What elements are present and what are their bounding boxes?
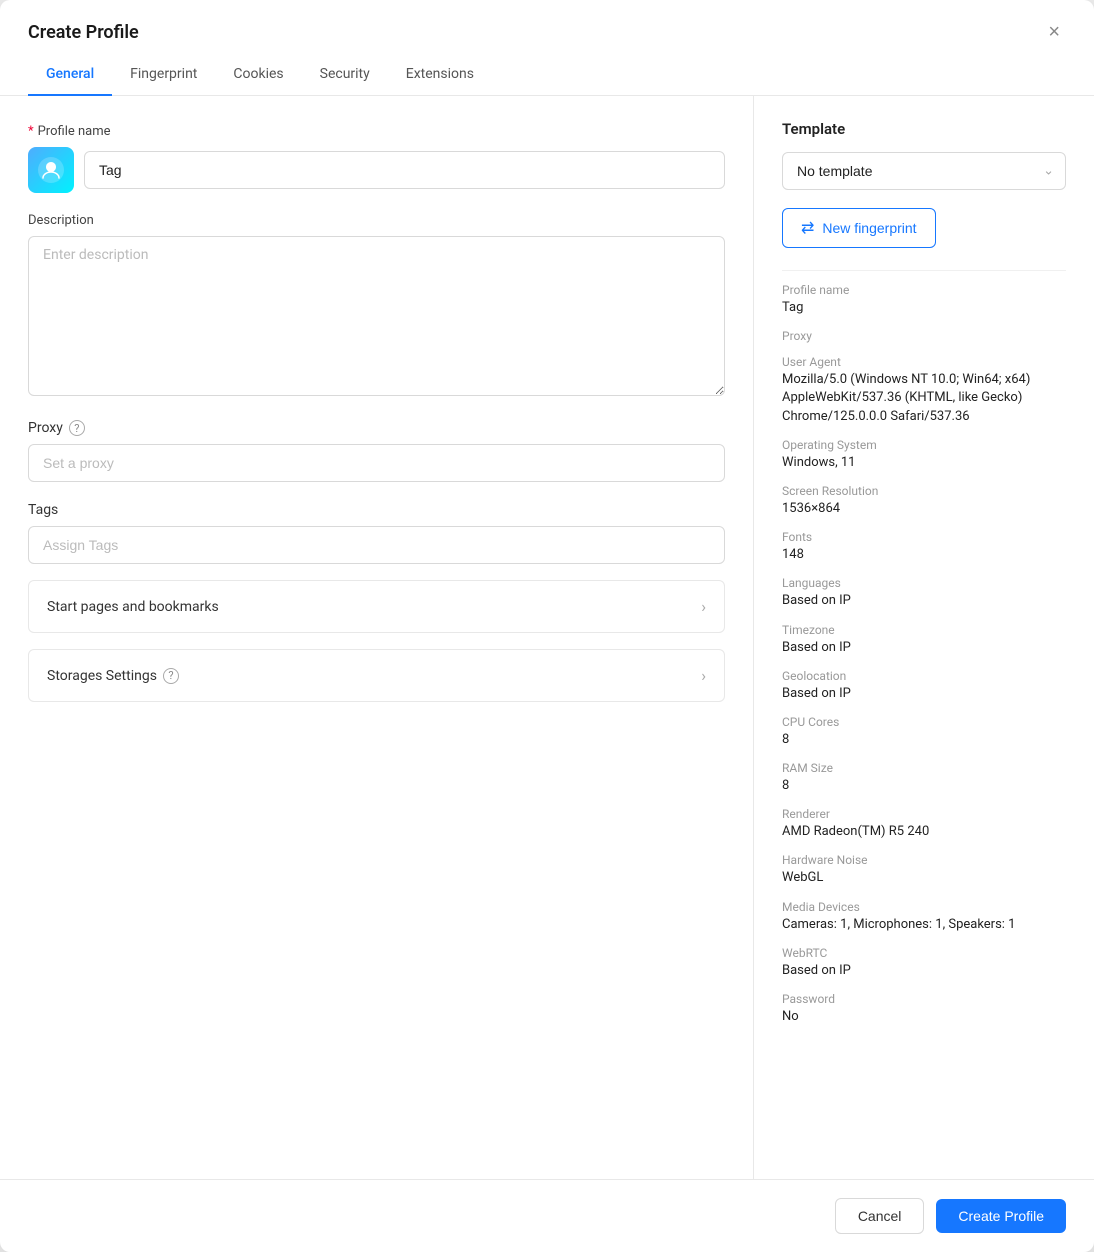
storages-help-icon[interactable]: ? [163, 668, 179, 684]
info-languages: Languages Based on IP [782, 576, 1066, 610]
tab-fingerprint[interactable]: Fingerprint [112, 54, 215, 96]
tab-extensions[interactable]: Extensions [388, 54, 492, 96]
tab-general[interactable]: General [28, 54, 112, 96]
description-input[interactable] [28, 236, 725, 396]
info-profile-name: Profile name Tag [782, 283, 1066, 317]
info-media-devices: Media Devices Cameras: 1, Microphones: 1… [782, 900, 1066, 934]
info-webrtc: WebRTC Based on IP [782, 946, 1066, 980]
close-button[interactable]: × [1042, 20, 1066, 44]
fingerprint-icon: ⇄ [801, 218, 814, 238]
profile-name-row [28, 147, 725, 193]
info-screen: Screen Resolution 1536×864 [782, 484, 1066, 518]
new-fingerprint-label: New fingerprint [822, 220, 916, 236]
info-fonts: Fonts 148 [782, 530, 1066, 564]
info-cpu: CPU Cores 8 [782, 715, 1066, 749]
profile-name-input[interactable] [84, 151, 725, 189]
info-hardware-noise: Hardware Noise WebGL [782, 853, 1066, 887]
info-password: Password No [782, 992, 1066, 1026]
storages-label: Storages Settings [47, 668, 157, 684]
profile-avatar[interactable] [28, 147, 74, 193]
new-fingerprint-button[interactable]: ⇄ New fingerprint [782, 208, 936, 248]
proxy-help-icon[interactable]: ? [69, 420, 85, 436]
chevron-right-icon-2: › [701, 666, 706, 685]
profile-name-label: * Profile name [28, 124, 725, 139]
right-panel: Template No template ⌄ ⇄ New fingerprint… [754, 96, 1094, 1179]
template-select[interactable]: No template [782, 152, 1066, 190]
profile-name-label-text: Profile name [38, 124, 111, 139]
cancel-button[interactable]: Cancel [835, 1198, 925, 1234]
proxy-label: Proxy ? [28, 420, 725, 436]
proxy-input[interactable] [28, 444, 725, 482]
create-profile-button[interactable]: Create Profile [936, 1199, 1066, 1233]
start-pages-row[interactable]: Start pages and bookmarks › [28, 580, 725, 633]
chevron-right-icon: › [701, 597, 706, 616]
modal-header: Create Profile × [0, 0, 1094, 44]
required-star: * [28, 124, 34, 139]
storages-settings-row[interactable]: Storages Settings ? › [28, 649, 725, 702]
modal-title: Create Profile [28, 22, 139, 43]
create-profile-modal: Create Profile × General Fingerprint Coo… [0, 0, 1094, 1252]
template-label: Template [782, 120, 1066, 138]
start-pages-label: Start pages and bookmarks [47, 599, 219, 615]
left-panel: * Profile name Description [0, 96, 754, 1179]
tags-input[interactable] [28, 526, 725, 564]
info-geolocation: Geolocation Based on IP [782, 669, 1066, 703]
description-label: Description [28, 213, 725, 228]
modal-body: * Profile name Description [0, 96, 1094, 1179]
info-ram: RAM Size 8 [782, 761, 1066, 795]
tab-bar: General Fingerprint Cookies Security Ext… [0, 54, 1094, 96]
info-renderer: Renderer AMD Radeon(TM) R5 240 [782, 807, 1066, 841]
tab-security[interactable]: Security [302, 54, 388, 96]
info-os: Operating System Windows, 11 [782, 438, 1066, 472]
info-user-agent: User Agent Mozilla/5.0 (Windows NT 10.0;… [782, 355, 1066, 426]
info-timezone: Timezone Based on IP [782, 623, 1066, 657]
template-select-wrap: No template ⌄ [782, 152, 1066, 190]
modal-footer: Cancel Create Profile [0, 1179, 1094, 1252]
tab-cookies[interactable]: Cookies [215, 54, 301, 96]
info-proxy: Proxy [782, 329, 1066, 343]
tags-label: Tags [28, 502, 725, 518]
divider [782, 270, 1066, 271]
